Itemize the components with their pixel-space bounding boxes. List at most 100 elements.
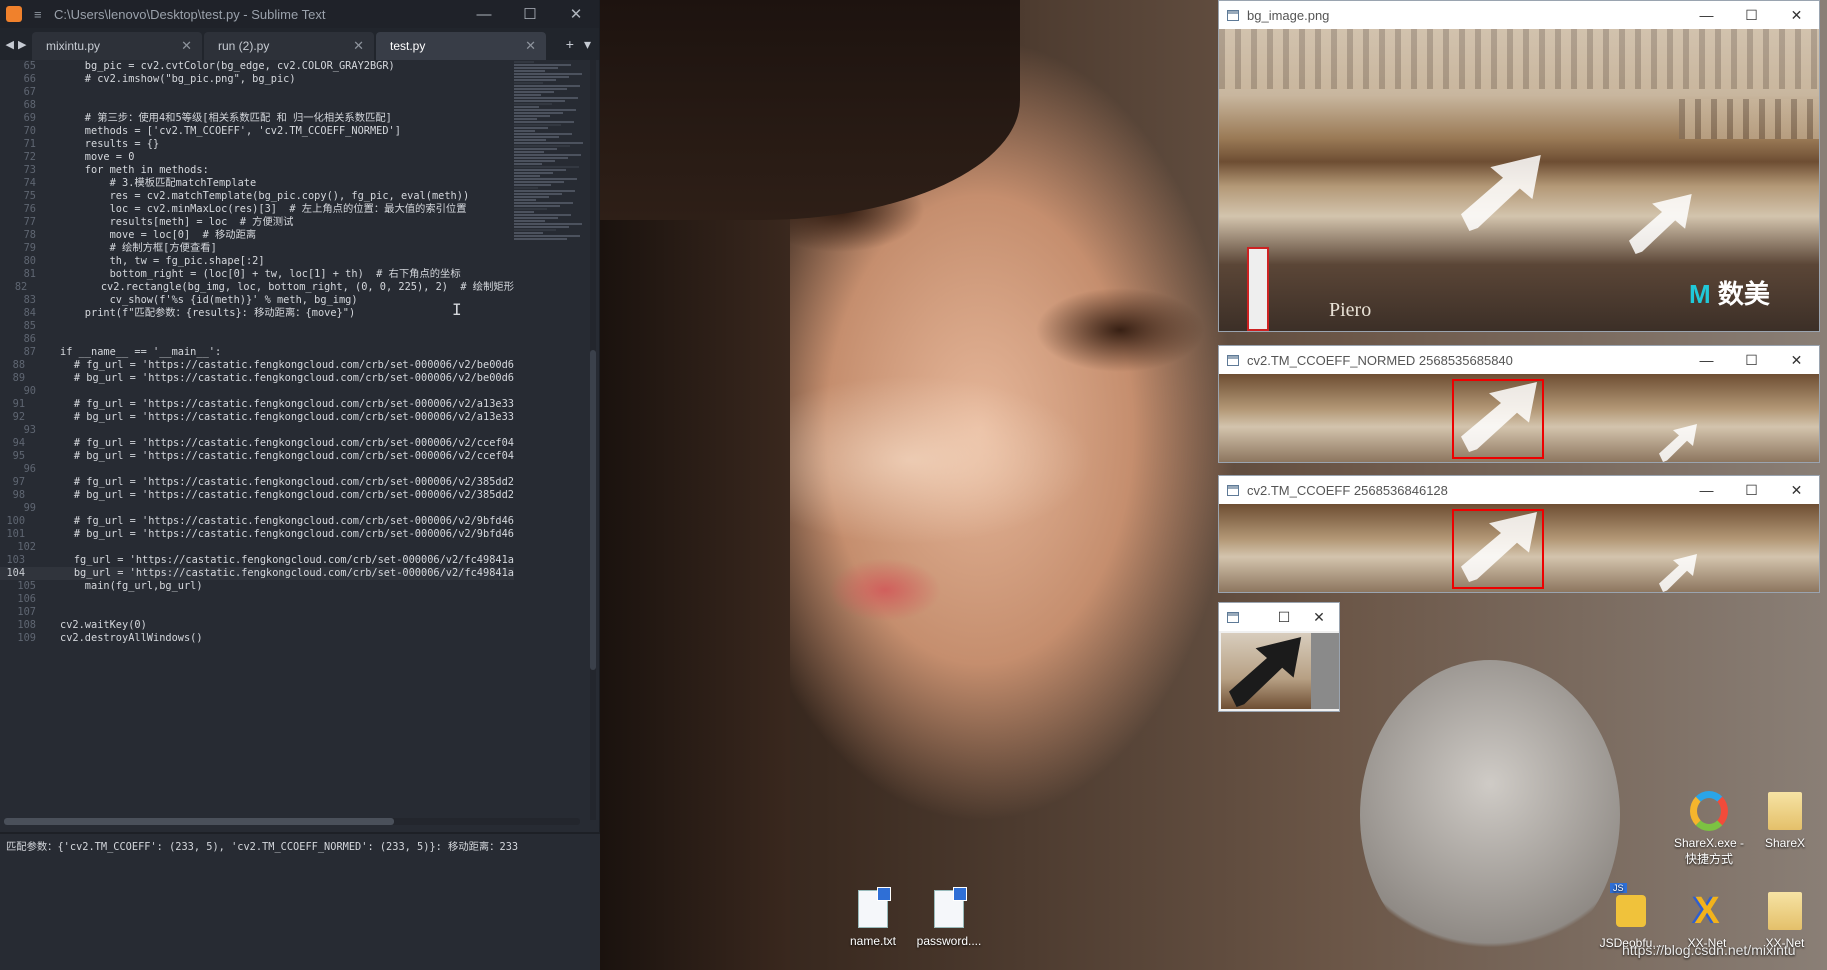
code-line[interactable]: 65 bg_pic = cv2.cvtColor(bg_edge, cv2.CO… [0,60,514,73]
tab-mixintu[interactable]: mixintu.py ✕ [32,32,202,60]
maximize-button[interactable]: ☐ [507,5,553,23]
minimap-line [514,64,571,66]
code-line[interactable]: 66 # cv2.imshow("bg_pic.png", bg_pic) [0,73,514,86]
code-line[interactable]: 82 cv2.rectangle(bg_img, loc, bottom_rig… [0,281,514,294]
code-line[interactable]: 93 [0,424,514,437]
code-line[interactable]: 88 # fg_url = 'https://castatic.fengkong… [0,359,514,372]
scrollbar-thumb[interactable] [4,818,394,825]
code-line[interactable]: 81 bottom_right = (loc[0] + tw, loc[1] +… [0,268,514,281]
desktop-icon-sharex-shortcut[interactable]: ShareX.exe - 快捷方式 [1672,790,1746,867]
desktop-icon-xxnet-folder[interactable]: XX-Net [1750,890,1820,950]
parking-sign [1247,247,1269,331]
code-line[interactable]: 86 [0,333,514,346]
code-line[interactable]: 102 [0,541,514,554]
line-text: results = {} [60,138,160,150]
horizontal-scrollbar[interactable] [4,818,580,825]
code-line[interactable]: 90 [0,385,514,398]
code-line[interactable]: 89 # bg_url = 'https://castatic.fengkong… [0,372,514,385]
code-line[interactable]: 79 # 绘制方框[方便查看] [0,242,514,255]
desktop-icon-jsdeobfu[interactable]: JSDeobfu... [1596,883,1666,950]
maximize-button[interactable]: ☐ [1729,7,1774,24]
maximize-button[interactable]: ☐ [1729,482,1774,499]
close-button[interactable]: ✕ [1774,7,1819,24]
maximize-button[interactable]: ☐ [1729,352,1774,369]
maximize-button[interactable]: ☐ [1269,609,1299,626]
chevron-left-icon[interactable]: ◀ [6,38,14,51]
code-line[interactable]: 105 main(fg_url,bg_url) [0,580,514,593]
code-line[interactable]: 70 methods = ['cv2.TM_CCOEFF', 'cv2.TM_C… [0,125,514,138]
close-button[interactable]: ✕ [1774,482,1819,499]
code-line[interactable]: 107 [0,606,514,619]
close-button[interactable]: ✕ [553,5,599,23]
minimap-line [514,73,582,75]
close-tab-icon[interactable]: ✕ [181,38,192,54]
code-line[interactable]: 73 for meth in methods: [0,164,514,177]
code-line[interactable]: 92 # bg_url = 'https://castatic.fengkong… [0,411,514,424]
vertical-scrollbar[interactable] [590,60,596,820]
new-tab-icon[interactable]: + [566,36,574,53]
tab-nav-arrows[interactable]: ◀ ▶ [0,28,32,60]
code-line[interactable]: 74 # 3.模板匹配matchTemplate [0,177,514,190]
code-line[interactable]: 109 cv2.destroyAllWindows() [0,632,514,645]
minimize-button[interactable]: — [1684,482,1729,498]
code-line[interactable]: 67 [0,86,514,99]
code-line[interactable]: 83 cv_show(f'%s {id(meth)}' % meth, bg_i… [0,294,514,307]
minimize-button[interactable]: — [1684,352,1729,368]
code-line[interactable]: 85 [0,320,514,333]
tab-test[interactable]: test.py ✕ [376,32,546,60]
text-file-icon [930,887,968,930]
code-line[interactable]: 84 print(f"匹配参数：{results}: 移动距离：{move}") [0,307,514,320]
minimap-line [514,157,568,159]
code-line[interactable]: 77 results[meth] = loc # 方便测试 [0,216,514,229]
minimap-line [514,124,561,126]
code-line[interactable]: 78 move = loc[0] # 移动距离 [0,229,514,242]
code-line[interactable]: 91 # fg_url = 'https://castatic.fengkong… [0,398,514,411]
chevron-right-icon[interactable]: ▶ [18,38,26,51]
scrollbar-thumb[interactable] [590,350,596,670]
code-line[interactable]: 71 results = {} [0,138,514,151]
code-line[interactable]: 68 [0,99,514,112]
code-line[interactable]: 72 move = 0 [0,151,514,164]
code-line[interactable]: 69 # 第三步：使用4和5等级[相关系数匹配 和 归一化相关系数匹配] [0,112,514,125]
minimize-button[interactable]: — [1684,7,1729,23]
code-line[interactable]: 100 # fg_url = 'https://castatic.fengkon… [0,515,514,528]
code-line[interactable]: 106 [0,593,514,606]
line-number: 96 [23,463,36,475]
desktop-icon-password[interactable]: password.... [914,887,984,948]
code-line[interactable]: 80 th, tw = fg_pic.shape[:2] [0,255,514,268]
desktop-icon-sharex-folder[interactable]: ShareX [1750,790,1820,850]
code-area[interactable]: 65 bg_pic = cv2.cvtColor(bg_edge, cv2.CO… [0,60,514,820]
desktop-icon-name-txt[interactable]: name.txt [838,887,908,948]
code-line[interactable]: 95 # bg_url = 'https://castatic.fengkong… [0,450,514,463]
line-number: 76 [23,203,36,215]
code-line[interactable]: 94 # fg_url = 'https://castatic.fengkong… [0,437,514,450]
close-tab-icon[interactable]: ✕ [353,38,364,54]
code-line[interactable]: 108 cv2.waitKey(0) [0,619,514,632]
code-line[interactable]: 87 if __name__ == '__main__': [0,346,514,359]
icon-label: name.txt [849,934,897,948]
code-line[interactable]: 75 res = cv2.matchTemplate(bg_pic.copy()… [0,190,514,203]
code-line[interactable]: 101 # bg_url = 'https://castatic.fengkon… [0,528,514,541]
desktop-icon-xxnet[interactable]: X XX-Net [1672,890,1742,951]
line-text: results[meth] = loc # 方便测试 [60,216,294,228]
line-text: cv2.destroyAllWindows() [60,632,203,644]
minimize-button[interactable]: — [461,6,507,23]
logo-text: 数美 [1717,279,1770,309]
chevron-down-icon[interactable]: ▾ [584,36,591,53]
code-line[interactable]: 99 [0,502,514,515]
close-button[interactable]: ✕ [1299,609,1339,626]
code-line[interactable]: 104 bg_url = 'https://castatic.fengkongc… [0,567,514,580]
minimap-line [514,88,567,90]
code-line[interactable]: 103 fg_url = 'https://castatic.fengkongc… [0,554,514,567]
tab-run-2[interactable]: run (2).py ✕ [204,32,374,60]
puzzle-hole [1659,554,1697,592]
hamburger-menu-icon[interactable]: ≡ [34,7,46,22]
close-button[interactable]: ✕ [1774,352,1819,369]
code-line[interactable]: 98 # bg_url = 'https://castatic.fengkong… [0,489,514,502]
code-line[interactable]: 76 loc = cv2.minMaxLoc(res)[3] # 左上角点的位置… [0,203,514,216]
code-line[interactable]: 97 # fg_url = 'https://castatic.fengkong… [0,476,514,489]
code-line[interactable]: 96 [0,463,514,476]
minimap-line [514,112,563,114]
close-tab-icon[interactable]: ✕ [525,38,536,54]
minimap[interactable] [514,60,586,290]
